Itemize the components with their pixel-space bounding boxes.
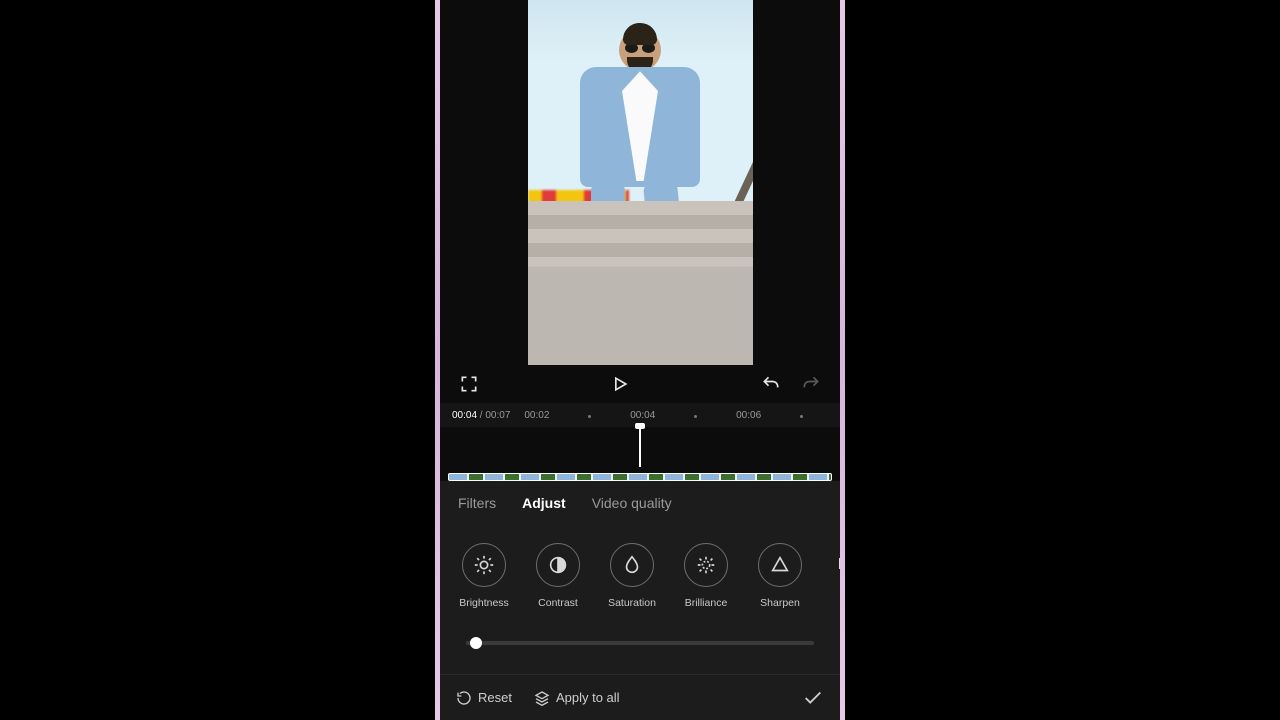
reset-icon xyxy=(456,690,472,706)
current-time: 00:04 xyxy=(452,410,477,421)
adjust-hsl[interactable]: HSL HSL xyxy=(824,543,840,609)
confirm-button[interactable] xyxy=(802,687,824,709)
video-editor-screen: 00:04 / 00:07 00:02 00:04 00:06 Filters … xyxy=(440,0,840,720)
adjust-options[interactable]: Brightness Contrast Saturation Brillianc… xyxy=(440,521,840,617)
fullscreen-icon[interactable] xyxy=(458,373,480,395)
layers-icon xyxy=(534,690,550,706)
adjust-contrast[interactable]: Contrast xyxy=(528,543,588,609)
transport-bar xyxy=(440,365,840,403)
tab-video-quality[interactable]: Video quality xyxy=(592,495,672,511)
contrast-icon xyxy=(536,543,580,587)
reset-label: Reset xyxy=(478,690,512,705)
timeline-track[interactable] xyxy=(440,427,840,481)
slider-thumb[interactable] xyxy=(470,637,482,649)
saturation-icon xyxy=(610,543,654,587)
sharpen-icon xyxy=(758,543,802,587)
phone-frame: 00:04 / 00:07 00:02 00:04 00:06 Filters … xyxy=(435,0,845,720)
preview-image xyxy=(528,0,753,365)
apply-label: Apply to all xyxy=(556,690,620,705)
check-icon xyxy=(802,687,824,709)
reset-button[interactable]: Reset xyxy=(456,690,512,706)
adjust-brilliance[interactable]: Brilliance xyxy=(676,543,736,609)
panel-tabs: Filters Adjust Video quality xyxy=(440,481,840,521)
ruler-tick: 00:04 xyxy=(616,410,669,421)
adjust-saturation[interactable]: Saturation xyxy=(602,543,662,609)
brightness-icon xyxy=(462,543,506,587)
playhead[interactable] xyxy=(639,427,641,467)
ruler-tick: 00:06 xyxy=(722,410,775,421)
adjust-panel: Filters Adjust Video quality Brightness … xyxy=(440,481,840,720)
clip-thumbnails[interactable] xyxy=(448,473,832,481)
ruler-tick xyxy=(669,410,722,421)
panel-bottom-bar: Reset Apply to all xyxy=(440,674,840,720)
hsl-icon: HSL xyxy=(832,543,840,587)
adjust-label: Sharpen xyxy=(760,597,800,609)
tab-adjust[interactable]: Adjust xyxy=(522,495,566,511)
adjust-label: Brightness xyxy=(459,597,509,609)
adjust-label: Saturation xyxy=(608,597,656,609)
adjust-label: Brilliance xyxy=(685,597,728,609)
tab-filters[interactable]: Filters xyxy=(458,495,496,511)
adjust-label: Contrast xyxy=(538,597,578,609)
ruler-tick xyxy=(775,410,828,421)
redo-button[interactable] xyxy=(800,373,822,395)
ruler-tick: 00:02 xyxy=(510,410,563,421)
ruler-tick xyxy=(563,410,616,421)
adjust-sharpen[interactable]: Sharpen xyxy=(750,543,810,609)
total-time: 00:07 xyxy=(485,410,510,421)
apply-to-all-button[interactable]: Apply to all xyxy=(534,690,620,706)
adjust-slider[interactable] xyxy=(440,617,840,655)
video-preview[interactable] xyxy=(440,0,840,365)
adjust-brightness[interactable]: Brightness xyxy=(454,543,514,609)
brilliance-icon xyxy=(684,543,728,587)
undo-button[interactable] xyxy=(760,373,782,395)
play-button[interactable] xyxy=(609,373,631,395)
